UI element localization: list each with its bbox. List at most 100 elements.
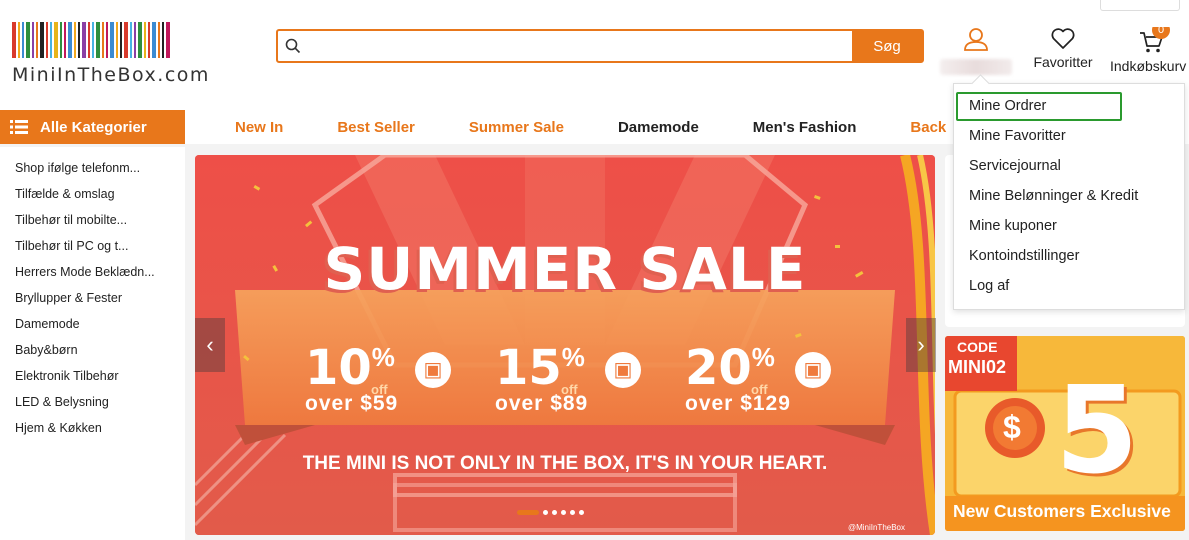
category-sidebar: Shop ifølge telefonm... Tilfælde & omsla…: [0, 147, 185, 540]
slide-dot[interactable]: [543, 510, 548, 515]
slide-dot[interactable]: [579, 510, 584, 515]
logo-bar: [134, 22, 136, 58]
favorites-link[interactable]: Favoritter: [1027, 27, 1099, 70]
menu-item-account-settings[interactable]: Kontoindstillinger: [954, 241, 1184, 271]
logo-bar: [120, 22, 122, 58]
slide-dot-active[interactable]: [517, 510, 539, 515]
nav-best-seller[interactable]: Best Seller: [337, 119, 415, 136]
logo-bar: [54, 22, 58, 58]
page: MiniInTheBox.com Søg Favoritter 0 Indkøb…: [0, 0, 1189, 540]
menu-icon: [10, 120, 28, 134]
banner-watermark: @MiniInTheBox: [847, 523, 905, 532]
promo-code-label: CODE: [957, 339, 998, 355]
banner-offer: 20% off ▣ over $129: [685, 340, 855, 416]
category-item[interactable]: Herrers Mode Beklædn...: [0, 259, 185, 285]
cart-label: Indkøbskurv: [1110, 58, 1187, 74]
logo-bar: [40, 22, 44, 58]
search-icon: [278, 31, 308, 61]
logo-bar: [12, 22, 16, 58]
nav-back-to[interactable]: Back To: [910, 119, 950, 136]
category-item[interactable]: Elektronik Tilbehør: [0, 363, 185, 389]
banner-offer: 15% off ▣ over $89: [495, 340, 645, 416]
search-bar: Søg: [276, 29, 924, 63]
logo-bar: [36, 22, 38, 58]
logo-bar: [50, 22, 52, 58]
logo-bar: [92, 22, 94, 58]
chevron-left-icon: ‹: [206, 332, 214, 357]
logo-bar: [148, 22, 150, 58]
slide-dot[interactable]: [552, 510, 557, 515]
logo-bar: [158, 22, 160, 58]
cart-count-badge: 0: [1152, 27, 1170, 39]
category-item[interactable]: Bryllupper & Fester: [0, 285, 185, 311]
banner-offer: 10% off ▣ over $59: [305, 340, 455, 416]
promo-caption: New Customers Exclusive: [953, 501, 1171, 521]
logo-bar: [82, 22, 86, 58]
heart-icon: [1051, 28, 1075, 49]
logo-bar: [130, 22, 132, 58]
box-icon: ▣: [605, 352, 641, 388]
search-button[interactable]: Søg: [852, 31, 922, 61]
slide-dot[interactable]: [570, 510, 575, 515]
banner-next-button[interactable]: ›: [906, 318, 936, 372]
nav-damemode[interactable]: Damemode: [618, 119, 699, 136]
category-item[interactable]: Hjem & Køkken: [0, 415, 185, 441]
category-item[interactable]: LED & Belysning: [0, 389, 185, 415]
menu-item-my-favorites[interactable]: Mine Favoritter: [954, 121, 1184, 151]
menu-item-rewards-credit[interactable]: Mine Belønninger & Kredit: [954, 181, 1184, 211]
logo-bar: [18, 22, 20, 58]
logo-bar: [138, 22, 142, 58]
cart-link[interactable]: 0 Indkøbskurv: [1110, 27, 1189, 74]
promo-code: MINI02: [948, 357, 1007, 377]
menu-item-log-out[interactable]: Log af: [954, 271, 1184, 301]
slide-dot[interactable]: [561, 510, 566, 515]
logo-bar: [32, 22, 34, 58]
logo-bar: [110, 22, 114, 58]
menu-item-my-orders[interactable]: Mine Ordrer: [956, 92, 1122, 121]
logo-bar: [124, 22, 128, 58]
logo-bar: [60, 22, 62, 58]
category-item[interactable]: Tilbehør til PC og t...: [0, 233, 185, 259]
menu-item-service-log[interactable]: Servicejournal: [954, 151, 1184, 181]
account-dropdown-menu: Mine Ordrer Mine Favoritter Servicejourn…: [953, 83, 1185, 310]
all-categories-button[interactable]: Alle Kategorier: [0, 110, 185, 144]
category-item[interactable]: Baby&børn: [0, 337, 185, 363]
nav-new-in[interactable]: New In: [235, 119, 283, 136]
chevron-right-icon: ›: [917, 332, 925, 357]
logo-bar: [22, 22, 24, 58]
box-icon: ▣: [795, 352, 831, 388]
slide-dots: [517, 510, 584, 515]
banner-title: SUMMER SALE: [323, 235, 807, 303]
box-icon: ▣: [415, 352, 451, 388]
account-menu-trigger[interactable]: [930, 25, 1022, 77]
logo-bar: [166, 22, 170, 58]
category-item[interactable]: Tilbehør til mobilte...: [0, 207, 185, 233]
logo-bar: [96, 22, 100, 58]
account-username-blurred: [940, 59, 1012, 75]
banner-tagline: THE MINI IS NOT ONLY IN THE BOX, IT'S IN…: [302, 453, 828, 474]
site-logo[interactable]: MiniInTheBox.com: [12, 20, 222, 90]
category-item[interactable]: Tilfælde & omslag: [0, 181, 185, 207]
logo-text: MiniInTheBox.com: [12, 64, 210, 86]
nav-mens-fashion[interactable]: Men's Fashion: [753, 119, 857, 136]
promo-coupon-banner[interactable]: CODE MINI02 $ 5 New Customers Exclusive: [945, 336, 1185, 531]
logo-bar: [46, 22, 48, 58]
logo-bar: [68, 22, 72, 58]
search-input[interactable]: [308, 31, 852, 61]
logo-bar: [116, 22, 118, 58]
logo-bar: [144, 22, 146, 58]
nav-summer-sale[interactable]: Summer Sale: [469, 119, 564, 136]
category-item[interactable]: Damemode: [0, 311, 185, 337]
hero-banner[interactable]: SUMMER SALE 10% off ▣ over $59 15% off ▣…: [195, 155, 935, 535]
window-tab: [1100, 0, 1180, 11]
logo-bar: [162, 22, 164, 58]
category-item[interactable]: Shop ifølge telefonm...: [0, 155, 185, 181]
logo-bar: [102, 22, 104, 58]
all-categories-label: Alle Kategorier: [40, 118, 147, 136]
banner-prev-button[interactable]: ‹: [195, 318, 225, 372]
menu-item-my-coupons[interactable]: Mine kuponer: [954, 211, 1184, 241]
logo-bar: [106, 22, 108, 58]
logo-barcode: [12, 20, 222, 58]
user-icon: [964, 28, 988, 51]
logo-bar: [26, 22, 30, 58]
